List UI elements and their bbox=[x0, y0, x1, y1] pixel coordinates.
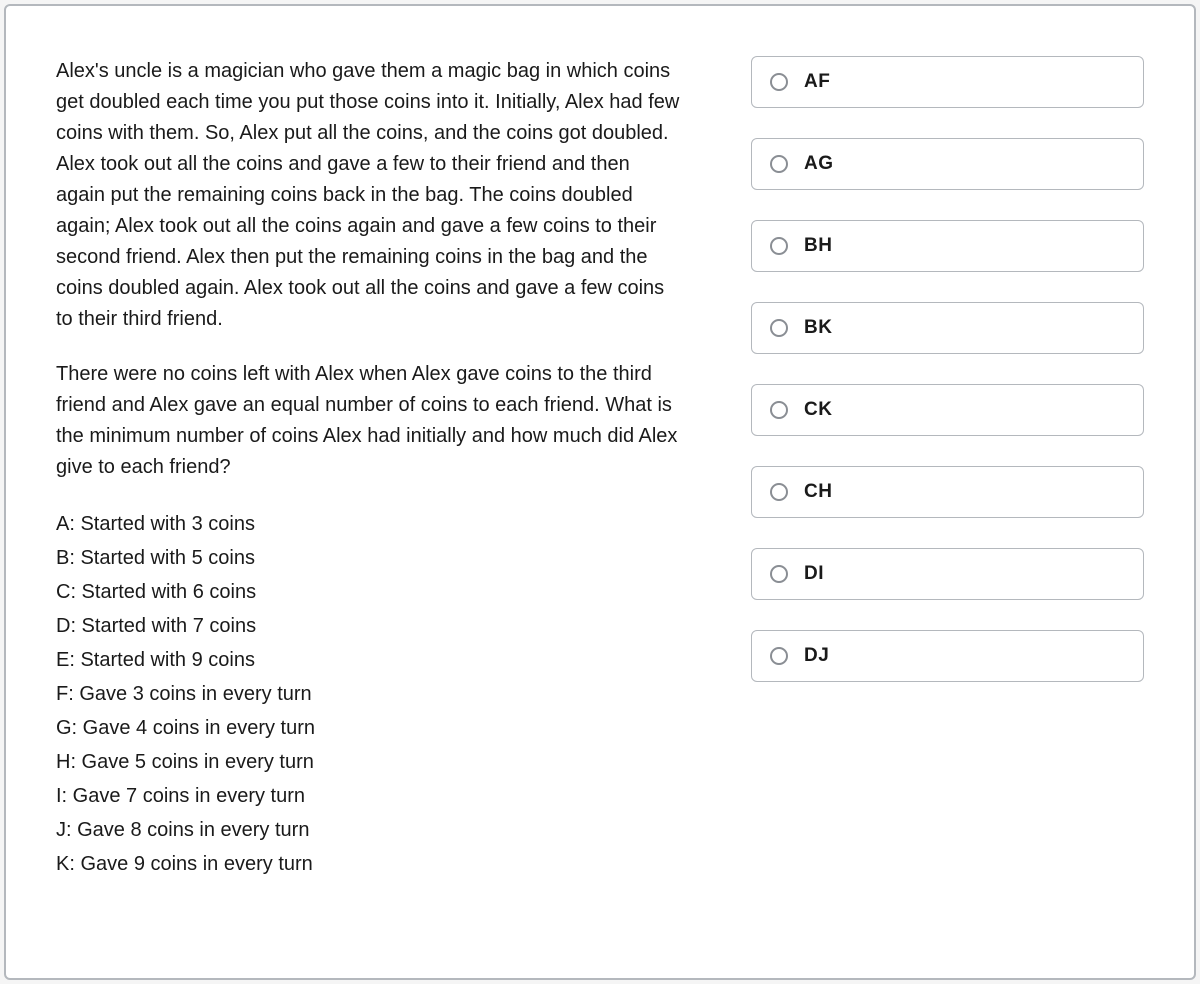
question-column: Alex's uncle is a magician who gave them… bbox=[56, 56, 681, 881]
answer-choice-ch[interactable]: CH bbox=[751, 466, 1144, 518]
question-paragraph-2: There were no coins left with Alex when … bbox=[56, 359, 681, 483]
radio-icon bbox=[770, 155, 788, 173]
answer-choice-bk[interactable]: BK bbox=[751, 302, 1144, 354]
question-card: Alex's uncle is a magician who gave them… bbox=[4, 4, 1196, 980]
statement-option: D: Started with 7 coins bbox=[56, 609, 681, 643]
answer-choice-dj[interactable]: DJ bbox=[751, 630, 1144, 682]
answer-label: AF bbox=[804, 71, 830, 93]
answers-column: AF AG BH BK CK CH bbox=[751, 56, 1144, 881]
answer-choice-ag[interactable]: AG bbox=[751, 138, 1144, 190]
answer-label: CK bbox=[804, 399, 832, 421]
answer-label: CH bbox=[804, 481, 832, 503]
radio-icon bbox=[770, 237, 788, 255]
question-paragraph-1: Alex's uncle is a magician who gave them… bbox=[56, 56, 681, 335]
statement-option: C: Started with 6 coins bbox=[56, 575, 681, 609]
radio-icon bbox=[770, 483, 788, 501]
radio-icon bbox=[770, 319, 788, 337]
content-wrapper: Alex's uncle is a magician who gave them… bbox=[56, 56, 1144, 881]
radio-icon bbox=[770, 73, 788, 91]
radio-icon bbox=[770, 401, 788, 419]
answer-choice-af[interactable]: AF bbox=[751, 56, 1144, 108]
statement-option: H: Gave 5 coins in every turn bbox=[56, 745, 681, 779]
answer-label: BH bbox=[804, 235, 832, 257]
statement-option: B: Started with 5 coins bbox=[56, 541, 681, 575]
statement-option: F: Gave 3 coins in every turn bbox=[56, 677, 681, 711]
statement-option: K: Gave 9 coins in every turn bbox=[56, 847, 681, 881]
answer-choice-di[interactable]: DI bbox=[751, 548, 1144, 600]
answer-label: DJ bbox=[804, 645, 829, 667]
statement-options-list: A: Started with 3 coins B: Started with … bbox=[56, 507, 681, 881]
radio-icon bbox=[770, 647, 788, 665]
answer-choice-bh[interactable]: BH bbox=[751, 220, 1144, 272]
radio-icon bbox=[770, 565, 788, 583]
statement-option: G: Gave 4 coins in every turn bbox=[56, 711, 681, 745]
statement-option: A: Started with 3 coins bbox=[56, 507, 681, 541]
statement-option: J: Gave 8 coins in every turn bbox=[56, 813, 681, 847]
statement-option: E: Started with 9 coins bbox=[56, 643, 681, 677]
answer-label: BK bbox=[804, 317, 832, 339]
answer-choice-ck[interactable]: CK bbox=[751, 384, 1144, 436]
statement-option: I: Gave 7 coins in every turn bbox=[56, 779, 681, 813]
answer-label: AG bbox=[804, 153, 834, 175]
answer-label: DI bbox=[804, 563, 824, 585]
